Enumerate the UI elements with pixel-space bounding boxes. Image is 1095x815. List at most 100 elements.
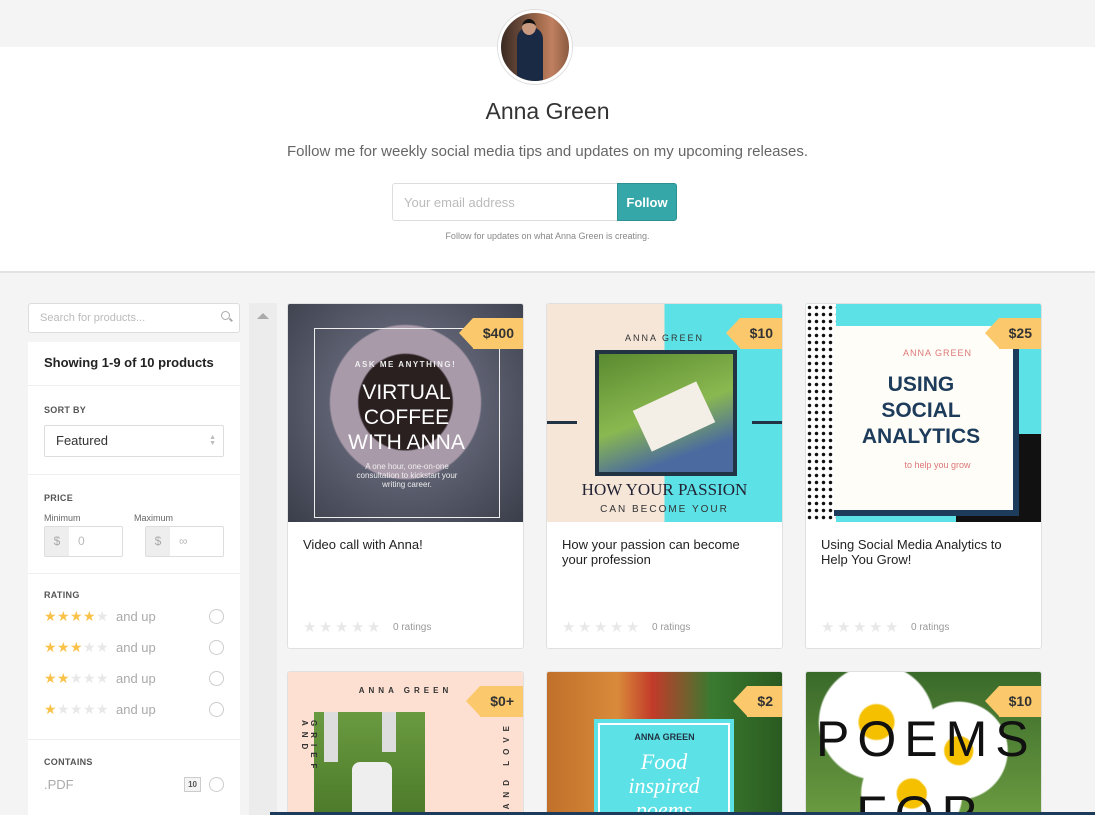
product-search[interactable] xyxy=(28,303,240,333)
product-cover: ANNA GREEN GRIEF AND AND LOVE $0+ xyxy=(288,672,523,815)
rating-radio[interactable] xyxy=(209,702,224,717)
product-cover: ANNA GREEN Food inspired poems $2 xyxy=(547,672,782,815)
price-tag: $0+ xyxy=(466,686,523,717)
rating-filter-2[interactable]: ★ ★ ★ ★ ★ and up xyxy=(44,663,224,694)
cover-kicker: ASK ME ANYTHING! xyxy=(354,360,457,369)
star-icon: ★ xyxy=(70,639,83,655)
product-title[interactable]: How your passion can become your profess… xyxy=(547,522,782,602)
cover-headline: HOW YOUR PASSION xyxy=(581,480,748,499)
product-title[interactable]: Using Social Media Analytics to Help You… xyxy=(806,522,1041,602)
file-count-badge: 10 xyxy=(184,777,201,792)
rating-filter-3[interactable]: ★ ★ ★ ★ ★ and up xyxy=(44,632,224,663)
max-label: Maximum xyxy=(134,513,174,523)
cover-headline: Food inspired poems xyxy=(628,749,700,815)
sort-value: Featured xyxy=(56,433,109,448)
product-card[interactable]: ANNA GREEN HOW YOUR PASSION CAN BECOME Y… xyxy=(546,303,783,649)
star-icon: ★ xyxy=(367,619,381,636)
rating-radio[interactable] xyxy=(209,640,224,655)
sort-label: SORT BY xyxy=(44,405,87,415)
rating-label: and up xyxy=(116,671,156,686)
cover-headline: VIRTUAL COFFEE WITH ANNA xyxy=(348,381,465,454)
product-rating: ★ ★ ★ ★ ★ 0 ratings xyxy=(821,618,949,636)
profile-name: Anna Green xyxy=(485,98,610,124)
star-icon: ★ xyxy=(70,608,83,624)
star-icon: ★ xyxy=(96,701,109,717)
rating-filter-4[interactable]: ★ ★ ★ ★ ★ and up xyxy=(44,601,224,632)
product-cover: ANNA GREEN USING SOCIAL ANALYTICS to hel… xyxy=(806,304,1041,522)
product-card[interactable]: ASK ME ANYTHING! VIRTUAL COFFEE WITH ANN… xyxy=(287,303,524,649)
product-rating: ★ ★ ★ ★ ★ 0 ratings xyxy=(562,618,690,636)
cover-side-text: GRIEF AND xyxy=(300,720,318,775)
scrollbar[interactable] xyxy=(249,303,277,815)
star-icon: ★ xyxy=(83,670,96,686)
product-cover: ANNA GREEN HOW YOUR PASSION CAN BECOME Y… xyxy=(547,304,782,522)
star-icon: ★ xyxy=(44,670,57,686)
product-title[interactable]: Video call with Anna! xyxy=(288,522,523,602)
star-icon: ★ xyxy=(319,619,333,636)
rating-radio[interactable] xyxy=(209,671,224,686)
contains-label: CONTAINS xyxy=(44,757,93,767)
product-card[interactable]: ANNA GREEN GRIEF AND AND LOVE $0+ xyxy=(287,671,524,815)
ratings-count: 0 ratings xyxy=(652,621,691,633)
star-icon: ★ xyxy=(821,619,835,636)
product-card[interactable]: POEMS FOR $10 xyxy=(805,671,1042,815)
rating-radio[interactable] xyxy=(209,609,224,624)
star-icon: ★ xyxy=(562,619,576,636)
star-icon: ★ xyxy=(57,608,70,624)
file-type: .PDF xyxy=(44,777,74,792)
star-icon: ★ xyxy=(70,701,83,717)
star-icon: ★ xyxy=(335,619,349,636)
select-arrows-icon: ▲ ▼ xyxy=(209,434,216,447)
cover-kicker: ANNA GREEN xyxy=(634,732,695,742)
rating-label: and up xyxy=(116,702,156,717)
star-icon: ★ xyxy=(885,619,899,636)
currency-symbol: $ xyxy=(45,527,69,556)
cover-kicker: ANNA GREEN xyxy=(902,348,972,358)
sort-select[interactable]: Featured ▲ ▼ xyxy=(44,425,224,457)
follow-button[interactable]: Follow xyxy=(617,183,677,221)
contains-pdf-option[interactable]: .PDF 10 xyxy=(44,769,224,800)
rating-label: RATING xyxy=(44,590,80,600)
star-icon: ★ xyxy=(96,670,109,686)
star-icon: ★ xyxy=(351,619,365,636)
star-icon: ★ xyxy=(57,701,70,717)
contains-radio[interactable] xyxy=(209,777,224,792)
cover-sub: CAN BECOME YOUR xyxy=(600,504,729,515)
price-tag: $25 xyxy=(984,318,1041,349)
rating-filter-1[interactable]: ★ ★ ★ ★ ★ and up xyxy=(44,694,224,725)
ratings-count: 0 ratings xyxy=(393,621,432,633)
star-icon: ★ xyxy=(44,701,57,717)
price-tag: $2 xyxy=(733,686,782,717)
cover-sub: to help you grow xyxy=(904,460,971,470)
rating-label: and up xyxy=(116,640,156,655)
star-icon: ★ xyxy=(837,619,851,636)
currency-symbol: $ xyxy=(146,527,170,556)
product-card[interactable]: ANNA GREEN USING SOCIAL ANALYTICS to hel… xyxy=(805,303,1042,649)
product-cover: ASK ME ANYTHING! VIRTUAL COFFEE WITH ANN… xyxy=(288,304,523,522)
price-tag: $400 xyxy=(458,318,523,349)
search-input[interactable] xyxy=(29,304,209,332)
star-icon: ★ xyxy=(70,670,83,686)
cover-sub: A one hour, one-on-one consultation to k… xyxy=(356,462,458,489)
scroll-up-icon[interactable] xyxy=(257,313,269,319)
rating-label: and up xyxy=(116,609,156,624)
price-label: PRICE xyxy=(44,493,74,503)
star-icon: ★ xyxy=(57,639,70,655)
star-icon: ★ xyxy=(594,619,608,636)
star-icon: ★ xyxy=(96,639,109,655)
star-icon: ★ xyxy=(853,619,867,636)
search-icon[interactable] xyxy=(221,311,230,320)
max-price-input[interactable]: $ ∞ xyxy=(145,526,224,557)
star-icon: ★ xyxy=(578,619,592,636)
results-count: Showing 1-9 of 10 products xyxy=(28,342,240,386)
star-icon: ★ xyxy=(57,670,70,686)
min-price-input[interactable]: $0 xyxy=(44,526,123,557)
star-icon: ★ xyxy=(626,619,640,636)
email-input[interactable] xyxy=(392,183,618,221)
product-card[interactable]: ANNA GREEN Food inspired poems $2 xyxy=(546,671,783,815)
min-price-value: 0 xyxy=(78,534,85,548)
star-icon: ★ xyxy=(610,619,624,636)
star-icon: ★ xyxy=(869,619,883,636)
max-price-value: ∞ xyxy=(179,534,188,548)
cover-headline: USING SOCIAL ANALYTICS xyxy=(861,373,981,448)
